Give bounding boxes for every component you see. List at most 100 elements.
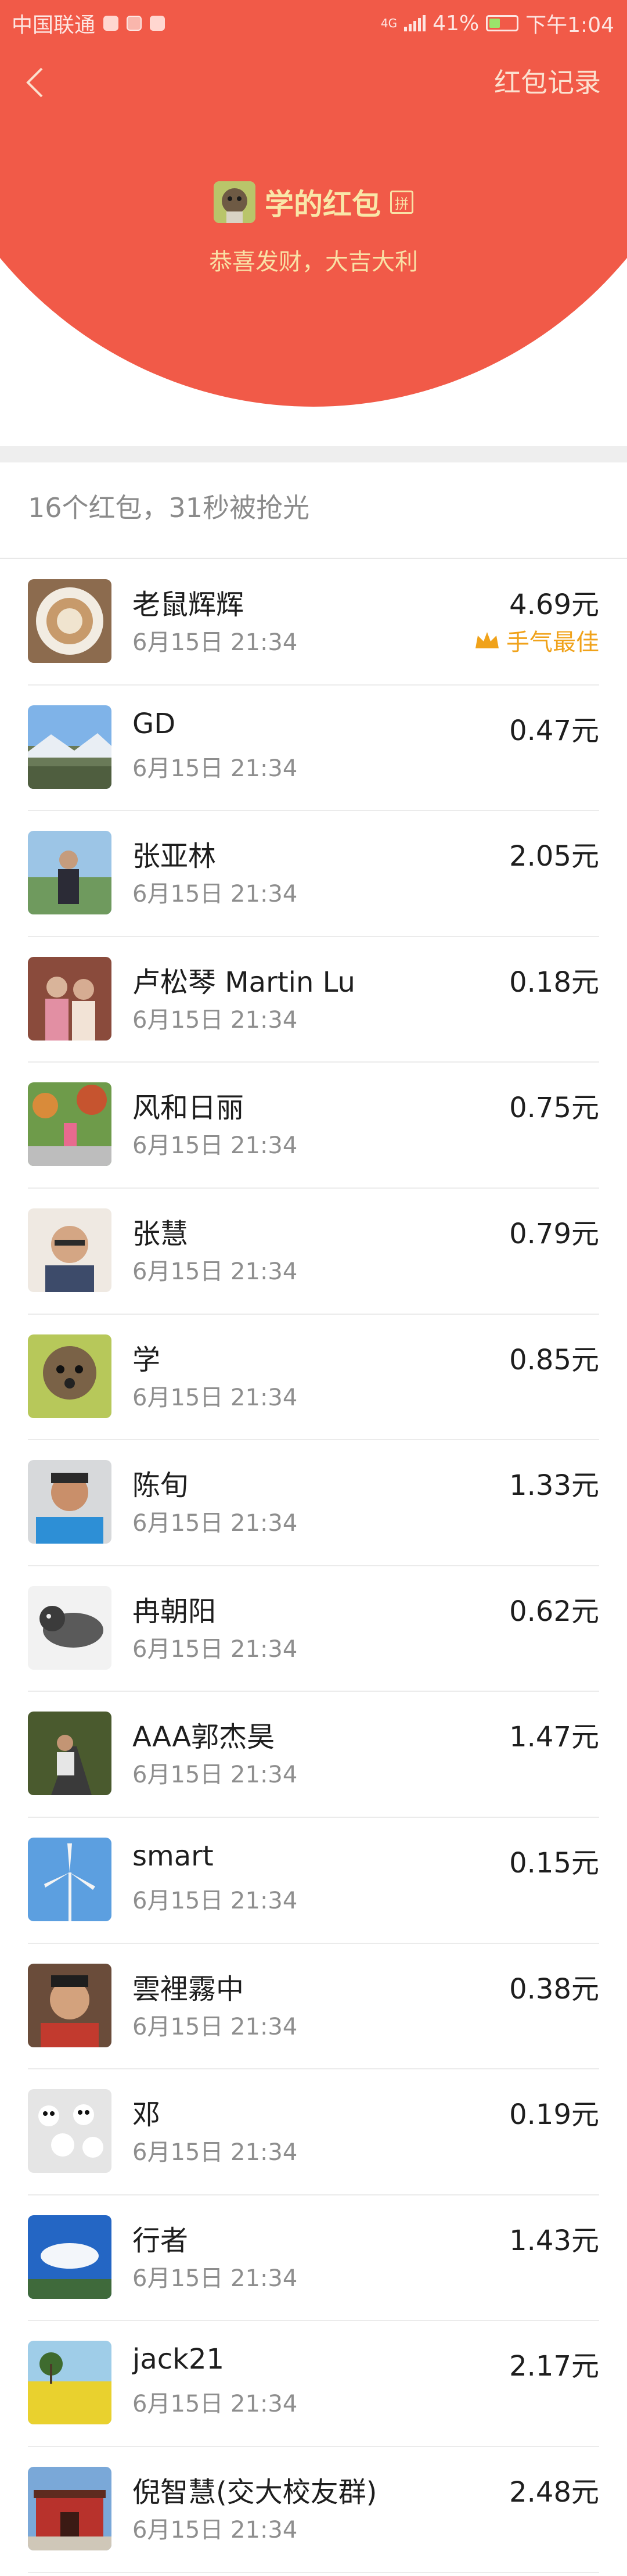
recipient-avatar[interactable] — [28, 831, 111, 915]
recipient-name: 张亚林 — [132, 840, 217, 873]
avatar-image — [28, 1082, 111, 1167]
chevron-left-icon — [26, 67, 43, 98]
signal-icon — [404, 15, 426, 31]
recipient-row[interactable]: 雲裡霧中 6月15日 21:34 0.38元 — [0, 1944, 627, 2070]
avatar-image — [28, 2215, 111, 2299]
recipient-avatar[interactable] — [28, 2215, 111, 2299]
summary-divider — [0, 558, 627, 559]
avatar-image — [28, 1837, 111, 1921]
claim-time: 6月15日 21:34 — [132, 1132, 298, 1160]
claim-amount: 0.75元 — [509, 1092, 599, 1125]
sender-avatar[interactable] — [214, 181, 255, 223]
recipient-row[interactable]: 冉朝阳 6月15日 21:34 0.62元 — [0, 1566, 627, 1692]
recipient-avatar[interactable] — [28, 1585, 111, 1670]
recipient-avatar[interactable] — [28, 705, 111, 789]
usb-icon — [103, 16, 119, 31]
recipient-row[interactable]: GD 6月15日 21:34 0.47元 — [0, 686, 627, 812]
claim-amount: 4.69元 — [509, 589, 599, 621]
claim-time: 6月15日 21:34 — [132, 1635, 298, 1663]
section-divider — [0, 446, 627, 462]
avatar-image — [28, 1585, 111, 1670]
recipient-avatar[interactable] — [28, 2341, 111, 2425]
clock: 下午1:04 — [525, 13, 614, 37]
claim-amount: 0.15元 — [509, 1846, 599, 1879]
avatar-image — [28, 831, 111, 915]
recipient-name: GD — [132, 707, 176, 740]
crown-icon — [475, 632, 499, 648]
recipient-row[interactable]: 张慧 6月15日 21:34 0.79元 — [0, 1189, 627, 1315]
recipient-row[interactable]: 邓 6月15日 21:34 0.19元 — [0, 2069, 627, 2195]
claim-amount: 2.17元 — [509, 2350, 599, 2383]
recipient-name: 冉朝阳 — [132, 1595, 217, 1628]
claim-time: 6月15日 21:34 — [132, 2391, 298, 2418]
battery-icon — [486, 15, 519, 31]
recipient-name: smart — [132, 1839, 214, 1872]
claim-time: 6月15日 21:34 — [132, 881, 298, 908]
recipient-row[interactable]: 卢松琴 Martin Lu 6月15日 21:34 0.18元 — [0, 937, 627, 1063]
best-luck-badge: 手气最佳 — [474, 623, 599, 657]
recipient-avatar[interactable] — [28, 1334, 111, 1418]
recipient-avatar[interactable] — [28, 956, 111, 1041]
claim-amount: 0.85元 — [509, 1343, 599, 1376]
avatar-image — [28, 705, 111, 789]
claim-time: 6月15日 21:34 — [132, 2516, 298, 2543]
recipient-row[interactable]: 行者 6月15日 21:34 1.43元 — [0, 2195, 627, 2322]
status-bar: 中国联通 4G 41% 下午1:04 — [0, 0, 627, 44]
claim-amount: 0.47元 — [509, 714, 599, 747]
avatar-image — [28, 1712, 111, 1796]
claim-time: 6月15日 21:34 — [132, 1384, 298, 1411]
avatar-image — [28, 1963, 111, 2047]
claim-time: 6月15日 21:34 — [132, 629, 298, 656]
packet-summary: 16个红包，31秒被抢光 — [28, 492, 310, 523]
avatar-image — [28, 2089, 111, 2173]
avatar-image — [28, 956, 111, 1041]
recipient-avatar[interactable] — [28, 579, 111, 663]
recipient-row[interactable]: jack21 6月15日 21:34 2.17元 — [0, 2321, 627, 2447]
recipient-name: 陈旬 — [132, 1469, 189, 1502]
red-packet-records-link[interactable]: 红包记录 — [494, 65, 601, 100]
row-divider — [28, 2571, 599, 2573]
recipient-row[interactable]: 张亚林 6月15日 21:34 2.05元 — [0, 811, 627, 937]
recipient-row[interactable]: 学 6月15日 21:34 0.85元 — [0, 1315, 627, 1441]
claim-time: 6月15日 21:34 — [132, 1258, 298, 1285]
avatar-image — [28, 579, 111, 663]
claim-time: 6月15日 21:34 — [132, 1006, 298, 1034]
recipient-row[interactable]: smart 6月15日 21:34 0.15元 — [0, 1818, 627, 1944]
recipient-avatar[interactable] — [28, 1082, 111, 1167]
recipient-row[interactable]: 倪智慧(交大校友群) 6月15日 21:34 2.48元 — [0, 2447, 627, 2573]
claim-time: 6月15日 21:34 — [132, 1887, 298, 1914]
recipient-row[interactable]: AAA郭杰昊 6月15日 21:34 1.47元 — [0, 1692, 627, 1818]
claim-amount: 1.43元 — [509, 2224, 599, 2257]
network-type-label: 4G — [380, 16, 398, 30]
recipient-avatar[interactable] — [28, 1712, 111, 1796]
recipient-row[interactable]: 老鼠辉辉 6月15日 21:34 4.69元 手气最佳 — [0, 559, 627, 686]
battery-percent: 41% — [433, 11, 480, 35]
claim-amount: 0.62元 — [509, 1595, 599, 1628]
avatar-image — [28, 1460, 111, 1544]
recipient-name: 风和日丽 — [132, 1092, 244, 1125]
recipient-row[interactable]: 陈旬 6月15日 21:34 1.33元 — [0, 1440, 627, 1566]
avatar-image — [28, 1208, 111, 1292]
recipient-name: 雲裡霧中 — [132, 1972, 244, 2005]
claim-amount: 0.38元 — [509, 1972, 599, 2005]
claim-amount: 0.19元 — [509, 2098, 599, 2132]
claim-amount: 0.79元 — [509, 1217, 599, 1250]
recipient-row[interactable]: 风和日丽 6月15日 21:34 0.75元 — [0, 1063, 627, 1189]
recipient-name: 行者 — [132, 2224, 189, 2257]
recipient-name: jack21 — [132, 2343, 225, 2376]
recipient-avatar[interactable] — [28, 1837, 111, 1921]
claim-time: 6月15日 21:34 — [132, 1761, 298, 1789]
recipient-avatar[interactable] — [28, 1460, 111, 1544]
pin-badge: 拼 — [390, 191, 413, 214]
back-button[interactable] — [22, 65, 48, 100]
recipient-name: 老鼠辉辉 — [132, 589, 244, 621]
recipient-name: 卢松琴 Martin Lu — [132, 966, 355, 999]
claim-amount: 0.18元 — [509, 966, 599, 999]
carrier-label: 中国联通 — [12, 13, 96, 37]
recipient-avatar[interactable] — [28, 1963, 111, 2047]
app-notification-icon — [127, 16, 142, 31]
recipient-name: AAA郭杰昊 — [132, 1721, 275, 1754]
recipient-avatar[interactable] — [28, 2089, 111, 2173]
recipient-avatar[interactable] — [28, 1208, 111, 1292]
recipient-avatar[interactable] — [28, 2466, 111, 2550]
